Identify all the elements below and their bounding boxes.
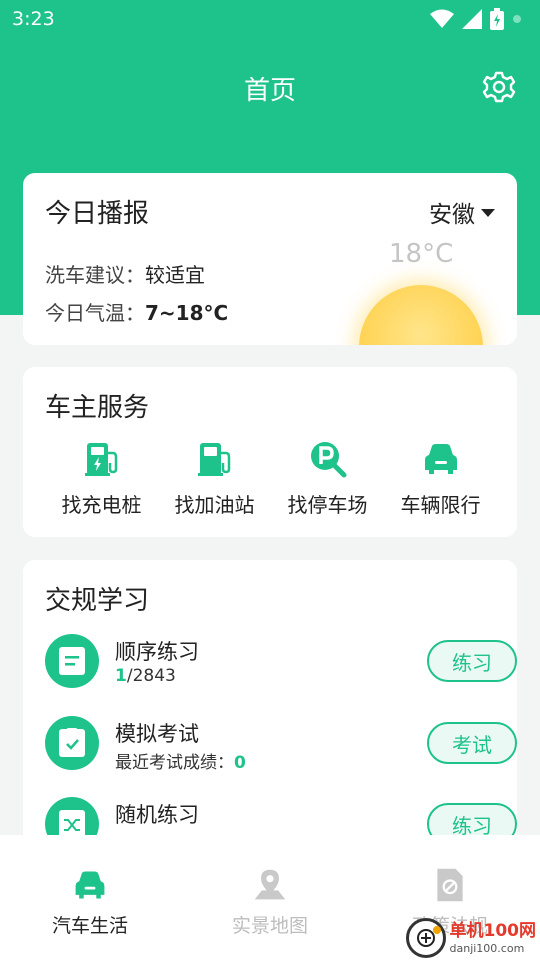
service-charging-station[interactable]: 找充电桩 [45,439,158,518]
score-label: 最近考试成绩： [115,753,234,773]
temp-label: 今日气温： [45,301,145,325]
charging-station-icon [84,443,117,476]
region-label: 安徽 [429,202,475,228]
wash-advice: 洗车建议：较适宜 [45,259,205,288]
watermark-url: danji100.com [449,941,525,955]
score-value: 0 [234,753,246,773]
traffic-study-card: 交规学习 顺序练习 1/2843 练习 模拟考试 最近考试成绩：0 考试 随机练… [23,560,517,860]
status-time: 3:23 [12,8,55,30]
service-parking[interactable]: 找停车场 [271,439,384,518]
app-screen: 3:23 首页 今日播报 安徽 洗车建议：较适宜 今日气温：7~18°C 18°… [0,0,540,960]
exam-button[interactable]: 考试 [427,722,517,764]
broadcast-title: 今日播报 [45,199,150,229]
study-row-sequential[interactable]: 顺序练习 1/2843 练习 [45,634,517,694]
study-row-mock-exam[interactable]: 模拟考试 最近考试成绩：0 考试 [45,716,517,776]
tab-label: 实景地图 [231,915,308,937]
wash-value: 较适宜 [145,263,205,287]
document-icon [437,868,463,902]
practice-button[interactable]: 练习 [427,640,517,682]
gas-station-icon [197,443,230,476]
progress-current: 1 [115,666,127,686]
sun-icon [359,285,483,345]
region-selector[interactable]: 安徽 [429,195,495,229]
status-icons [430,8,522,30]
gear-icon[interactable] [482,70,516,104]
services-list: 找充电桩 找加油站 找停车场 车辆限行 [23,439,517,518]
page-title: 首页 [243,76,296,106]
watermark-name: 单机100网 [449,920,537,941]
temperature-range: 今日气温：7~18°C [45,297,228,326]
parking-search-icon [310,442,346,478]
broadcast-card: 今日播报 安徽 洗车建议：较适宜 今日气温：7~18°C 18°C [23,173,517,345]
battery-icon [490,8,504,30]
service-label: 找停车场 [287,493,368,517]
services-title: 车主服务 [45,393,150,423]
car-icon [424,444,457,474]
study-row-name: 顺序练习 [115,640,199,664]
status-bar: 3:23 [0,0,540,38]
tab-car-life[interactable]: 汽车生活 [0,835,180,960]
progress-total: /2843 [126,666,176,686]
service-label: 找充电桩 [61,493,142,517]
watermark-text: 单机100网 danji100.com [449,920,537,955]
study-row-name: 模拟考试 [115,722,199,746]
study-progress: 1/2843 [115,666,176,686]
notification-dot-icon [513,15,521,23]
wifi-icon [430,9,454,28]
tab-label: 汽车生活 [51,915,128,937]
mock-exam-icon [45,716,99,770]
owner-services-card: 车主服务 找充电桩 找加油站 找停车场 车辆限行 [23,367,517,537]
tab-live-map[interactable]: 实景地图 [180,835,360,960]
service-label: 车辆限行 [400,493,481,517]
title-bar: 首页 [0,62,540,114]
watermark: 单机100网 danji100.com [405,918,537,958]
current-temperature: 18°C [389,239,454,269]
temp-value: 7~18°C [145,301,229,325]
exam-score: 最近考试成绩：0 [115,748,246,773]
caret-down-icon [481,209,495,217]
service-label: 找加油站 [174,493,255,517]
car-icon [75,871,105,899]
service-gas-station[interactable]: 找加油站 [158,439,271,518]
signal-icon [462,9,482,29]
watermark-logo [405,918,446,958]
wash-label: 洗车建议： [45,263,145,287]
study-title: 交规学习 [45,586,150,616]
service-vehicle-restriction[interactable]: 车辆限行 [384,439,497,518]
map-pin-icon [254,869,286,900]
study-row-name: 随机练习 [115,803,199,827]
sequential-practice-icon [45,634,99,688]
